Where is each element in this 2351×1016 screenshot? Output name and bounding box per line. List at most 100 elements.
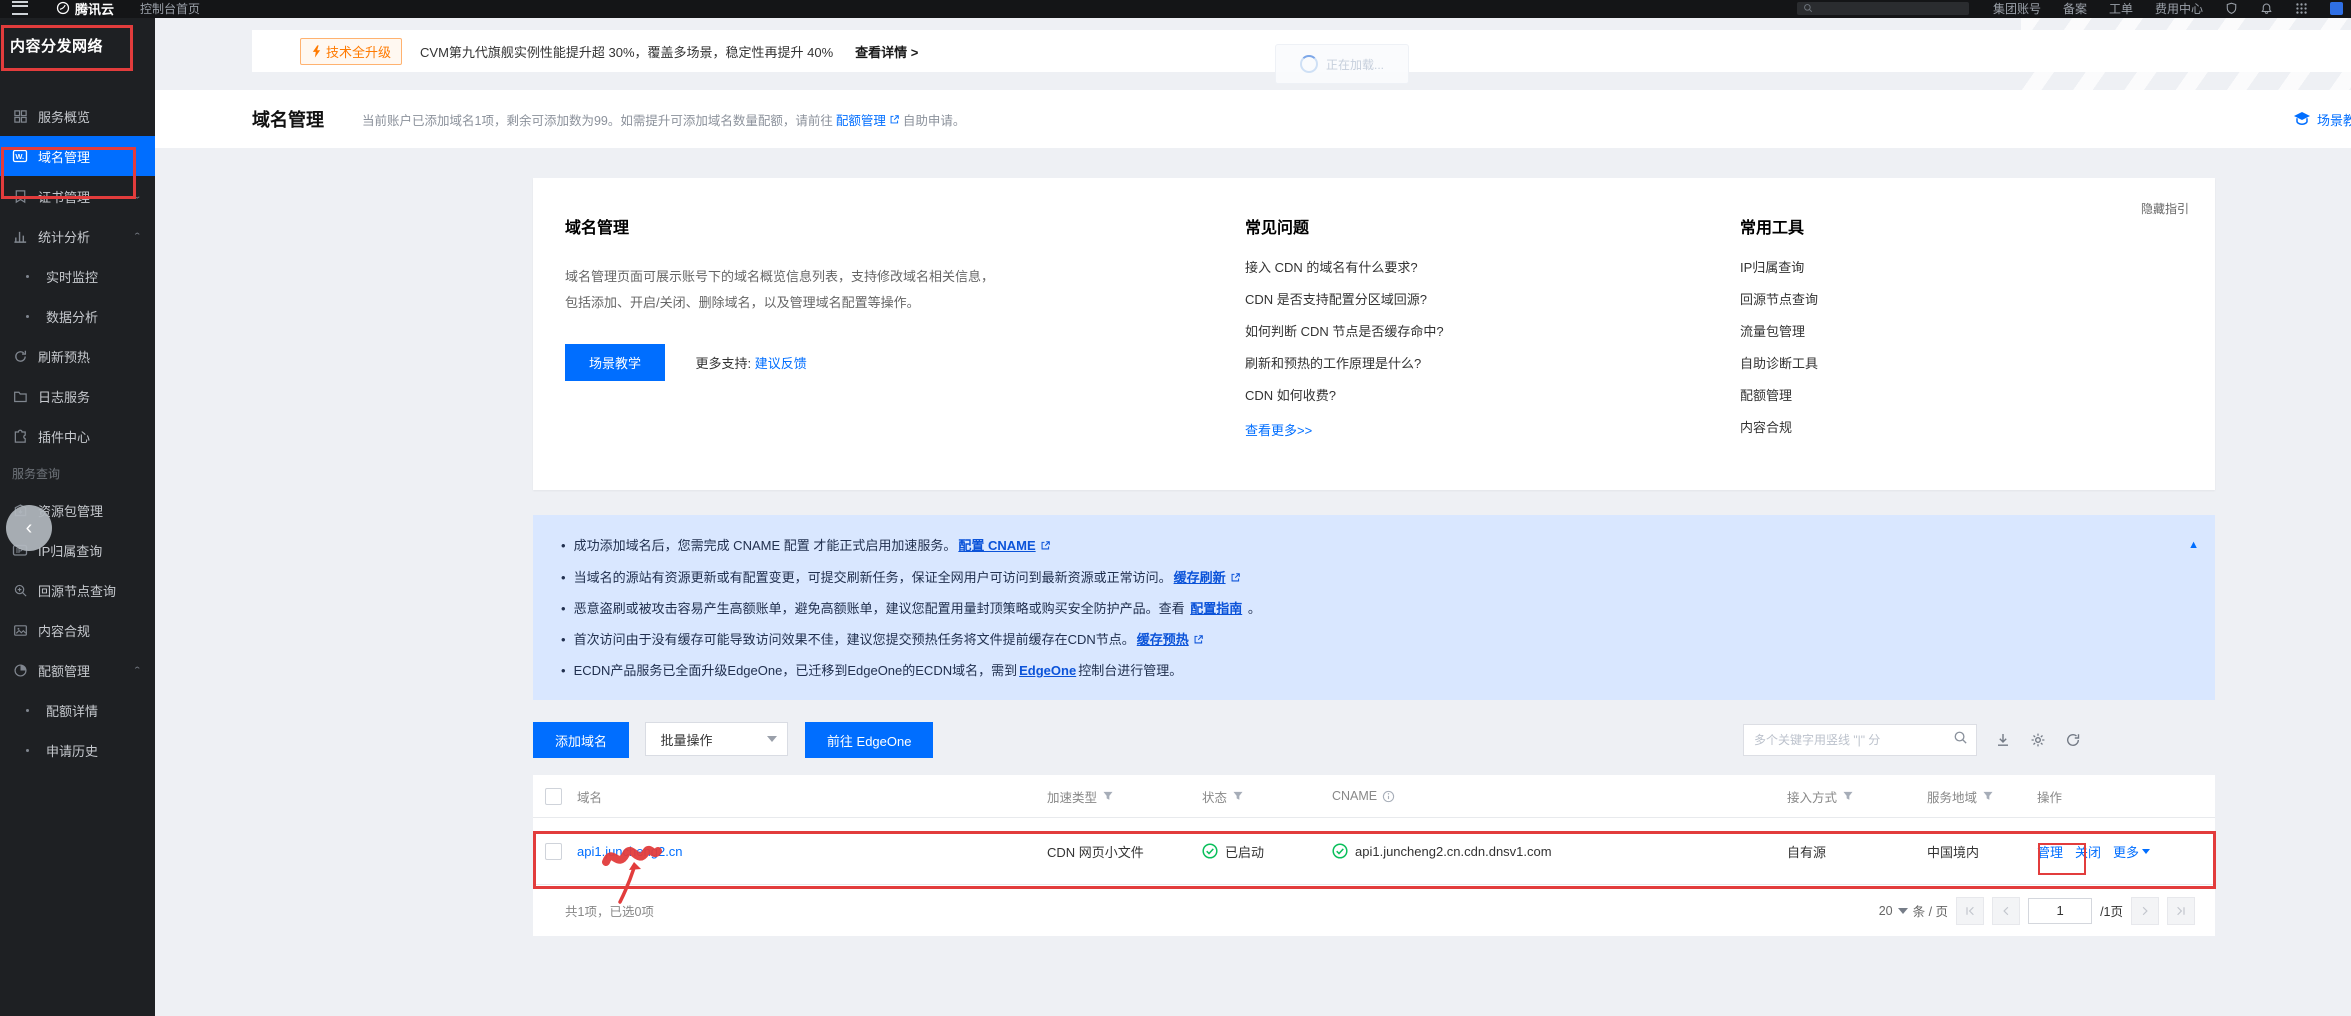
sidebar-item-label: 申请历史 bbox=[46, 741, 98, 760]
tool-item-4[interactable]: 配额管理 bbox=[1740, 380, 2100, 412]
bullet-icon bbox=[26, 315, 29, 318]
notice-collapse-icon[interactable]: ▲ bbox=[2188, 539, 2199, 551]
promo-badge: 技术全升级 bbox=[300, 38, 402, 65]
topbar-item-3[interactable]: 费用中心 bbox=[2155, 0, 2203, 17]
filter-icon[interactable] bbox=[1102, 790, 1114, 802]
apps-icon[interactable] bbox=[2295, 2, 2308, 15]
topbar-item-1[interactable]: 备案 bbox=[2063, 0, 2087, 17]
close-link[interactable]: 关闭 bbox=[2075, 842, 2101, 861]
promo-details-link[interactable]: 查看详情 > bbox=[855, 42, 918, 61]
tool-item-1[interactable]: 回源节点查询 bbox=[1740, 284, 2100, 316]
tool-item-2[interactable]: 流量包管理 bbox=[1740, 316, 2100, 348]
feedback-link[interactable]: 建议反馈 bbox=[755, 356, 807, 371]
app-root: 腾讯云 控制台首页 集团账号备案工单费用中心 内容分发网络 服务概览W.域名管理… bbox=[0, 0, 2351, 1016]
column-header-3: CNAME bbox=[1332, 789, 1787, 803]
next-page-button[interactable] bbox=[2131, 897, 2159, 925]
manage-link[interactable]: 管理 bbox=[2037, 842, 2063, 861]
batch-operation-dropdown[interactable]: 批量操作 bbox=[645, 722, 788, 756]
prev-page-button[interactable] bbox=[1992, 897, 2020, 925]
filter-icon[interactable] bbox=[1842, 790, 1854, 802]
domain-table: 域名加速类型状态CNAME接入方式服务地域操作 api1.juncheng2.c… bbox=[533, 775, 2215, 936]
guide-card: 隐藏指引 域名管理 域名管理页面可展示账号下的域名概览信息列表，支持修改域名相关… bbox=[533, 178, 2215, 490]
sidebar-item-origin-node[interactable]: 回源节点查询 bbox=[0, 570, 155, 610]
tools-title: 常用工具 bbox=[1740, 214, 2100, 238]
notice-link-3[interactable]: 缓存预热 bbox=[1137, 632, 1189, 647]
sidebar-item-overview[interactable]: 服务概览 bbox=[0, 96, 155, 136]
gear-icon[interactable] bbox=[2026, 728, 2050, 752]
topbar-nav-item[interactable]: 控制台首页 bbox=[140, 0, 200, 17]
row-checkbox[interactable] bbox=[545, 843, 562, 860]
goto-edgeone-button[interactable]: 前往 EdgeOne bbox=[805, 722, 934, 758]
avatar[interactable] bbox=[2330, 2, 2343, 15]
bell-icon[interactable] bbox=[2260, 2, 2273, 15]
more-link[interactable]: 更多 bbox=[2113, 842, 2150, 861]
faq-item-0[interactable]: 接入 CDN 的域名有什么要求? bbox=[1245, 252, 1675, 284]
topbar-search-input[interactable] bbox=[1797, 2, 1969, 15]
sidebar-item-log[interactable]: 日志服务 bbox=[0, 376, 155, 416]
sidebar-item-quota-detail[interactable]: 配额详情 bbox=[0, 690, 155, 730]
sidebar-item-quota[interactable]: 配额管理⌃ bbox=[0, 650, 155, 690]
domain-search-box bbox=[1743, 724, 1977, 756]
info-icon[interactable] bbox=[1382, 790, 1395, 803]
sidebar-item-label: 统计分析 bbox=[38, 227, 90, 246]
page-size-suffix: 条 / 页 bbox=[1913, 901, 1948, 920]
sidebar-item-realtime[interactable]: 实时监控 bbox=[0, 256, 155, 296]
lightning-icon bbox=[311, 45, 322, 58]
download-icon[interactable] bbox=[1991, 728, 2015, 752]
page-total: /1页 bbox=[2100, 901, 2123, 920]
tool-item-5[interactable]: 内容合规 bbox=[1740, 412, 2100, 444]
scene-teaching-link[interactable]: 场景教学 bbox=[2293, 110, 2351, 129]
tencent-cloud-logo[interactable]: 腾讯云 bbox=[56, 0, 114, 18]
sidebar-item-compliance[interactable]: 内容合规 bbox=[0, 610, 155, 650]
shield-icon[interactable] bbox=[2225, 2, 2238, 15]
sidebar-item-domain[interactable]: W.域名管理 bbox=[0, 136, 155, 176]
sidebar-item-stats[interactable]: 统计分析⌃ bbox=[0, 216, 155, 256]
page-size-select[interactable]: 20 条 / 页 bbox=[1879, 901, 1948, 920]
add-domain-button[interactable]: 添加域名 bbox=[533, 722, 629, 758]
filter-icon[interactable] bbox=[1982, 790, 1994, 802]
sidebar-item-label: 配额管理 bbox=[38, 661, 90, 680]
topbar-item-0[interactable]: 集团账号 bbox=[1993, 0, 2041, 17]
first-page-button[interactable] bbox=[1956, 897, 1984, 925]
scene-teaching-button[interactable]: 场景教学 bbox=[565, 344, 665, 381]
domain-search-input[interactable] bbox=[1744, 733, 1953, 747]
quota-management-link[interactable]: 配额管理 bbox=[836, 110, 886, 129]
last-page-button[interactable] bbox=[2167, 897, 2195, 925]
notice-link-4[interactable]: EdgeOne bbox=[1019, 663, 1076, 678]
column-header-1: 加速类型 bbox=[1047, 787, 1202, 806]
sidebar-item-plugin[interactable]: 插件中心 bbox=[0, 416, 155, 456]
notice-suffix: 控制台进行管理。 bbox=[1078, 663, 1182, 678]
tool-item-0[interactable]: IP归属查询 bbox=[1740, 252, 2100, 284]
chart-icon bbox=[12, 228, 28, 244]
filter-icon[interactable] bbox=[1232, 790, 1244, 802]
tool-item-3[interactable]: 自助诊断工具 bbox=[1740, 348, 2100, 380]
search-icon[interactable] bbox=[1953, 730, 1968, 750]
domain-link[interactable]: api1.juncheng2.cn bbox=[577, 844, 1047, 859]
notice-link-1[interactable]: 缓存刷新 bbox=[1174, 570, 1226, 585]
select-all-checkbox[interactable] bbox=[545, 788, 562, 805]
faq-item-3[interactable]: 刷新和预热的工作原理是什么? bbox=[1245, 348, 1675, 380]
notice-link-2[interactable]: 配置指南 bbox=[1190, 601, 1242, 616]
sidebar-item-data-analysis[interactable]: 数据分析 bbox=[0, 296, 155, 336]
status-cell: 已启动 bbox=[1202, 842, 1332, 861]
sidebar-collapse-button[interactable]: ‹ bbox=[6, 505, 52, 551]
sidebar-item-cert[interactable]: 证书管理⌄ bbox=[0, 176, 155, 216]
hamburger-icon[interactable] bbox=[12, 1, 28, 15]
sidebar-item-refresh[interactable]: 刷新预热 bbox=[0, 336, 155, 376]
search-icon bbox=[1803, 3, 1813, 13]
bullet-icon bbox=[26, 749, 29, 752]
notice-text: 首次访问由于没有缓存可能导致访问效果不佳，建议您提交预热任务将文件提前缓存在CD… bbox=[574, 632, 1135, 647]
refresh-icon[interactable] bbox=[2061, 728, 2085, 752]
hide-guide-link[interactable]: 隐藏指引 bbox=[2141, 200, 2189, 217]
sidebar-item-label: 证书管理 bbox=[38, 187, 90, 206]
topbar-item-2[interactable]: 工单 bbox=[2109, 0, 2133, 17]
faq-item-4[interactable]: CDN 如何收费? bbox=[1245, 380, 1675, 412]
external-link-icon bbox=[1193, 626, 1204, 657]
sidebar-item-apply-history[interactable]: 申请历史 bbox=[0, 730, 155, 770]
logo-text: 腾讯云 bbox=[75, 0, 114, 18]
faq-see-more-link[interactable]: 查看更多>> bbox=[1245, 420, 1312, 439]
faq-item-1[interactable]: CDN 是否支持配置分区域回源? bbox=[1245, 284, 1675, 316]
page-number-input[interactable] bbox=[2028, 898, 2092, 924]
faq-item-2[interactable]: 如何判断 CDN 节点是否缓存命中? bbox=[1245, 316, 1675, 348]
notice-link-0[interactable]: 配置 CNAME bbox=[958, 538, 1035, 553]
